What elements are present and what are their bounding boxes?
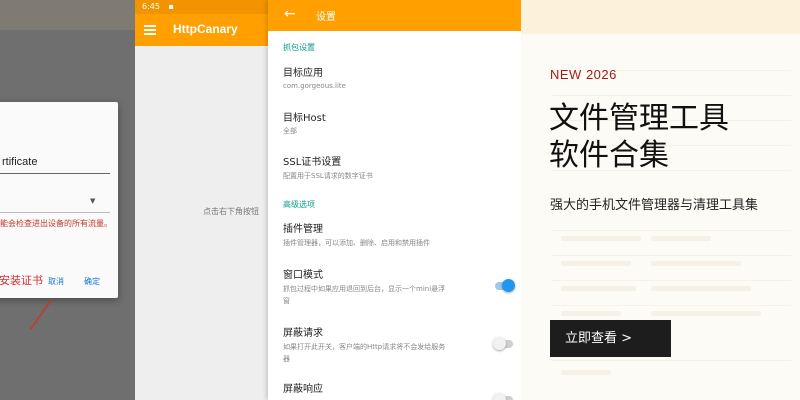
- setting-ssl-certificate-desc: 配置用于SSL请求的数字证书: [283, 172, 373, 180]
- setting-block-requests[interactable]: 屏蔽请求: [283, 324, 323, 339]
- view-now-button[interactable]: 立即查看 >: [550, 320, 671, 357]
- app-bar: HttpCanary: [135, 14, 268, 46]
- setting-ssl-certificate[interactable]: SSL证书设置: [283, 153, 341, 168]
- cancel-button[interactable]: 取消: [48, 276, 64, 287]
- select-underline: [0, 212, 110, 213]
- block-requests-toggle[interactable]: [493, 336, 515, 352]
- hamburger-menu-icon[interactable]: [144, 25, 156, 35]
- setting-window-mode-desc: 抓包过程中如果应用退回到后台，显示一个mini悬浮: [283, 285, 446, 293]
- field-underline: [0, 173, 110, 174]
- setting-target-app[interactable]: 目标应用: [283, 64, 323, 79]
- setting-target-host[interactable]: 目标Host: [283, 109, 326, 124]
- setting-plugin-manager-desc: 插件管理器，可以添加、删除、启用和禁用插件: [283, 239, 430, 247]
- app-title: HttpCanary: [173, 22, 238, 36]
- certificate-dialog-screenshot: rtificate ▼ 能会检查进出设备的所有流量。 安装证书 取消 确定: [0, 0, 135, 400]
- promo-tag: NEW 2026: [550, 67, 617, 82]
- setting-block-requests-desc-line2: 器: [283, 355, 290, 363]
- status-time: 6:45: [142, 2, 160, 11]
- block-responses-toggle[interactable]: [493, 392, 515, 400]
- promo-title: 文件管理工具软件合集: [549, 101, 729, 173]
- setting-target-host-value: 全部: [283, 127, 297, 135]
- window-mode-toggle[interactable]: [493, 278, 515, 294]
- setting-window-mode-desc-line2: 窗: [283, 297, 290, 305]
- status-bar: 6:45 ▪: [135, 0, 268, 14]
- setting-window-mode[interactable]: 窗口模式: [283, 266, 323, 281]
- traffic-warning-text: 能会检查进出设备的所有流量。: [0, 219, 112, 228]
- dimmed-toolbar: [0, 0, 135, 30]
- settings-screenshot: ← 设置 抓包设置 目标应用 com.gorgeous.lite 目标Host …: [268, 0, 521, 400]
- dropdown-arrow-icon[interactable]: ▼: [90, 197, 95, 205]
- section-capture-settings: 抓包设置: [283, 43, 315, 52]
- arrow-left-icon[interactable]: ←: [284, 6, 296, 22]
- install-certificate-annotation: 安装证书: [0, 274, 43, 287]
- setting-block-responses[interactable]: 屏蔽响应: [283, 380, 323, 395]
- httpcanary-main-screenshot: 6:45 ▪ HttpCanary 点击右下角按钮: [135, 0, 268, 400]
- setting-target-app-value: com.gorgeous.lite: [283, 82, 346, 90]
- section-advanced: 高级选项: [283, 200, 315, 209]
- settings-app-bar: ← 设置: [268, 0, 521, 31]
- settings-title: 设置: [316, 12, 336, 23]
- setting-block-requests-desc: 如果打开此开关，客户端的Http请求将不会发给服务: [283, 343, 446, 351]
- install-certificate-dialog: rtificate ▼ 能会检查进出设备的所有流量。 安装证书 取消 确定: [0, 102, 118, 298]
- promo-description: 强大的手机文件管理器与清理工具集: [550, 198, 759, 213]
- empty-state-hint: 点击右下角按钮: [203, 207, 259, 216]
- setting-plugin-manager[interactable]: 插件管理: [283, 220, 323, 235]
- annotation-pointer-line: [29, 299, 52, 331]
- certificate-name-field[interactable]: rtificate: [2, 156, 37, 168]
- ok-button[interactable]: 确定: [84, 276, 100, 287]
- notification-icon: ▪: [168, 2, 174, 11]
